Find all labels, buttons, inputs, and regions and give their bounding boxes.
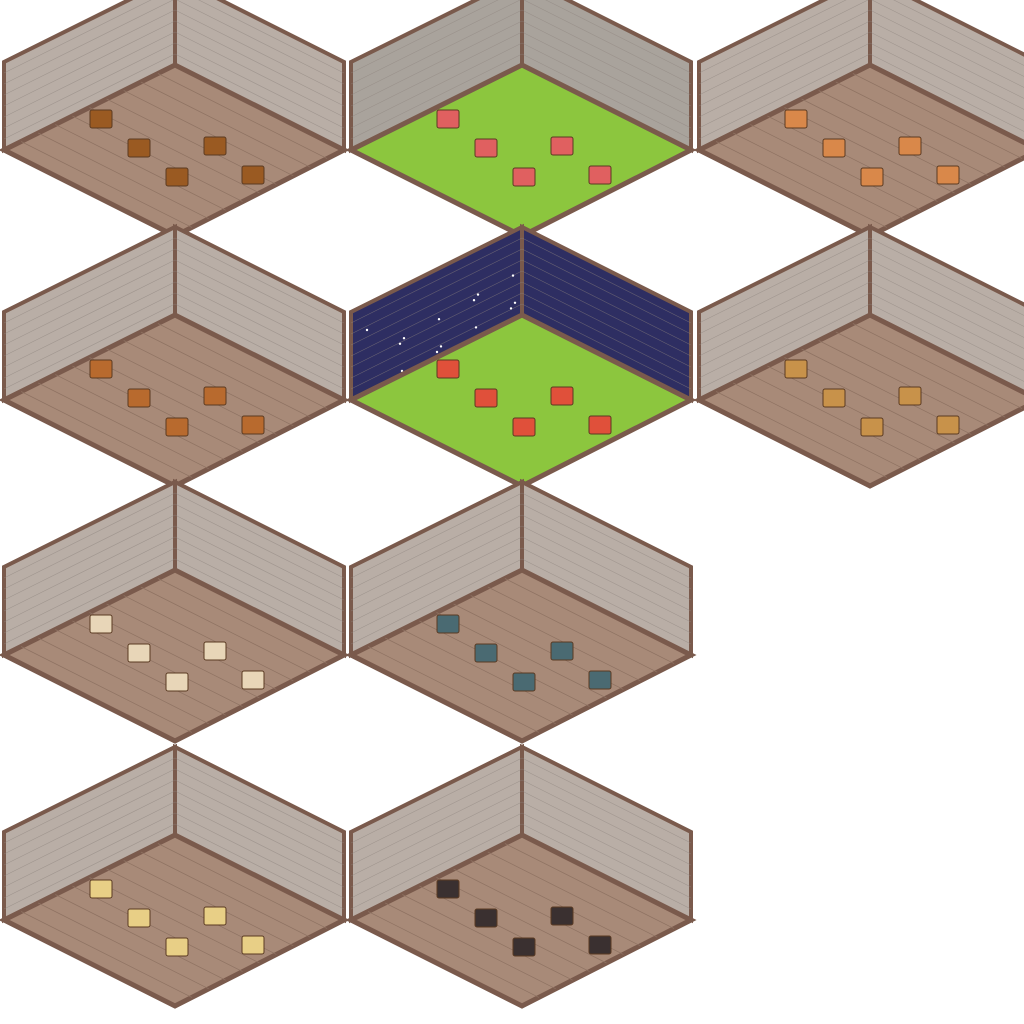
room-concert-hall [693,0,1024,239]
room-bedroom [345,478,697,744]
room-garden [345,0,697,239]
room-bathroom [693,223,1024,489]
furniture-item [936,415,960,435]
furniture-item [550,136,574,156]
furniture-item [474,643,498,663]
star-icon [439,345,443,348]
furniture-item [474,388,498,408]
furniture-item [474,908,498,928]
furniture-item [512,417,536,437]
furniture-item [436,879,460,899]
furniture-item [436,359,460,379]
furniture-item [550,906,574,926]
furniture-item [588,935,612,955]
furniture-item [127,138,151,158]
star-icon [398,342,402,345]
star-icon [511,274,515,277]
furniture-item [550,641,574,661]
furniture-item [127,908,151,928]
furniture-item [203,641,227,661]
furniture-item [550,386,574,406]
furniture-item [898,136,922,156]
furniture-item [436,109,460,129]
furniture-item [165,167,189,187]
room-sprite-sheet [0,0,1024,1009]
furniture-item [512,937,536,957]
furniture-item [512,167,536,187]
star-icon [365,328,369,332]
furniture-item [165,417,189,437]
star-icon [402,337,406,340]
furniture-item [89,614,113,634]
furniture-item [203,386,227,406]
furniture-item [241,935,265,955]
star-icon [476,293,480,296]
furniture-item [588,415,612,435]
furniture-item [898,386,922,406]
furniture-item [89,879,113,899]
furniture-item [241,165,265,185]
furniture-item [165,672,189,692]
furniture-item [165,937,189,957]
room-piano-room [0,223,350,489]
star-icon [509,307,513,310]
furniture-item [203,906,227,926]
furniture-item [860,167,884,187]
furniture-item [822,138,846,158]
furniture-item [822,388,846,408]
furniture-item [436,614,460,634]
furniture-item [89,359,113,379]
room-art-studio [0,478,350,744]
furniture-item [89,109,113,129]
furniture-item [127,643,151,663]
furniture-item [203,136,227,156]
furniture-item [936,165,960,185]
furniture-item [241,670,265,690]
room-bedroom-dressing [345,743,697,1009]
furniture-item [474,138,498,158]
room-kitchen-dining [0,743,350,1009]
furniture-item [860,417,884,437]
furniture-item [784,109,808,129]
star-icon [474,326,478,329]
star-icon [437,318,441,321]
furniture-item [127,388,151,408]
furniture-item [784,359,808,379]
furniture-item [588,670,612,690]
star-icon [435,350,439,354]
star-icon [472,299,476,302]
room-night-garden [345,223,697,489]
furniture-item [241,415,265,435]
star-icon [513,301,517,304]
furniture-item [588,165,612,185]
room-library [0,0,350,239]
furniture-item [512,672,536,692]
